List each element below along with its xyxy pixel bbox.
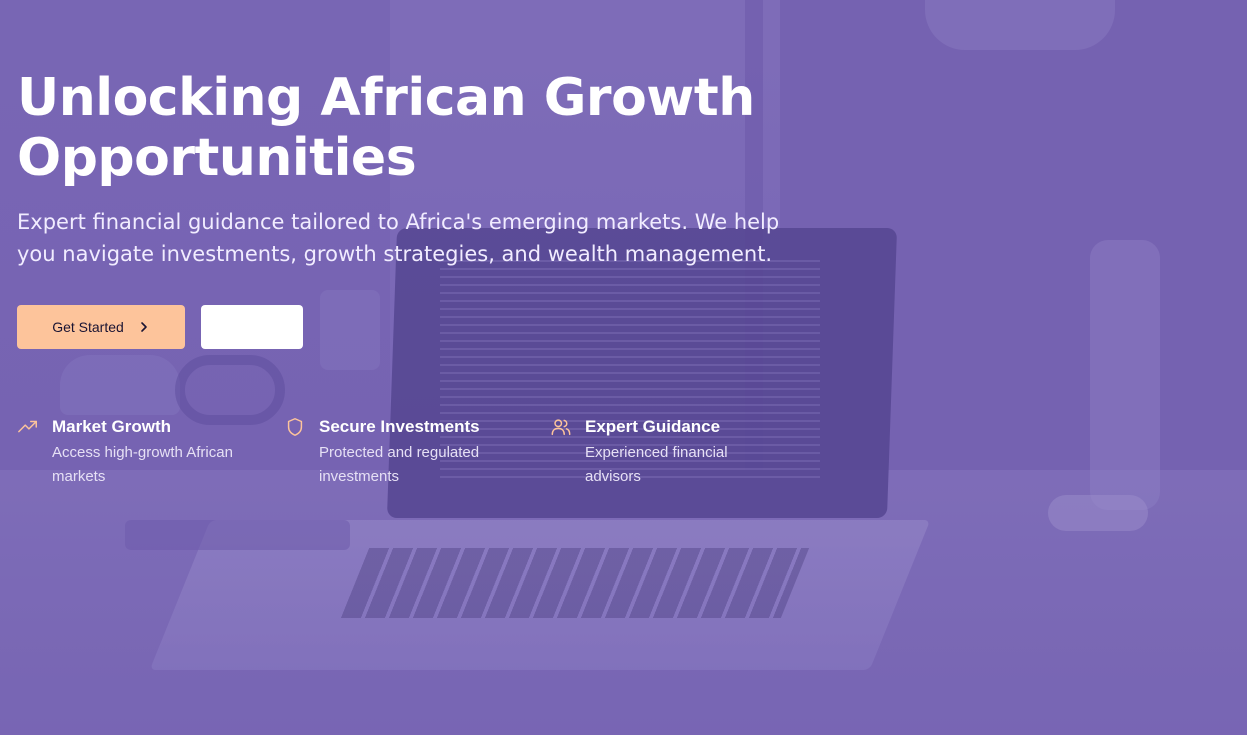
features-list: Market Growth Access high-growth African…: [17, 415, 790, 489]
feature-secure-investments: Secure Investments Protected and regulat…: [284, 415, 550, 489]
feature-expert-guidance: Expert Guidance Experienced financial ad…: [550, 415, 790, 489]
feature-description: Access high-growth African markets: [52, 444, 233, 485]
shield-icon: [287, 418, 303, 436]
trending-up-icon: [18, 420, 37, 433]
feature-market-growth: Market Growth Access high-growth African…: [17, 415, 284, 489]
feature-title: Expert Guidance: [585, 417, 721, 436]
feature-title: Secure Investments: [319, 417, 480, 436]
get-started-button[interactable]: Get Started: [17, 305, 185, 349]
hero-content: Unlocking African Growth Opportunities E…: [17, 68, 817, 270]
hero-actions: Get Started: [17, 305, 303, 349]
feature-title: Market Growth: [52, 417, 172, 436]
feature-description: Experienced financial advisors: [585, 444, 728, 485]
get-started-label: Get Started: [52, 319, 124, 335]
chevron-right-icon: [140, 322, 147, 332]
hero-subtitle: Expert financial guidance tailored to Af…: [17, 210, 780, 266]
hero-title: Unlocking African Growth Opportunities: [17, 68, 755, 188]
feature-description: Protected and regulated investments: [319, 444, 480, 485]
hero-section: Unlocking African Growth Opportunities E…: [0, 0, 1247, 735]
users-icon: [551, 419, 571, 436]
secondary-button[interactable]: [201, 305, 303, 349]
